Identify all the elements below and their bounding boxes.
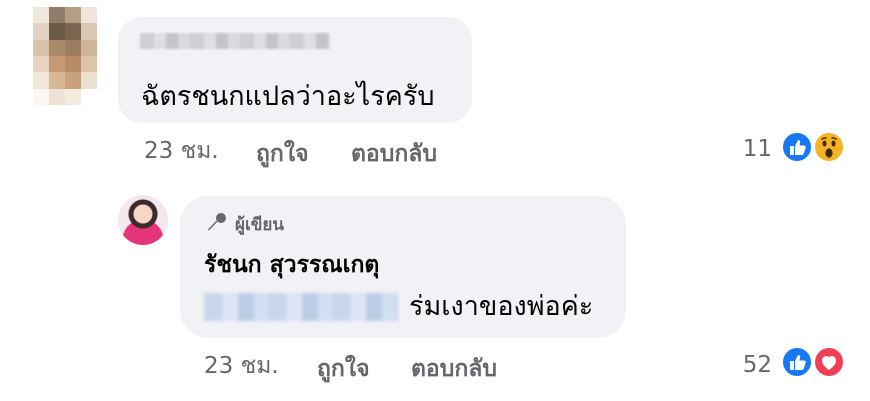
reply-author-name[interactable]: รัชนก สุวรรณเกตุ <box>204 250 379 280</box>
comment-text: ฉัตรชนกแปลว่าอะไรครับ <box>141 81 435 112</box>
like-icon[interactable] <box>781 131 813 163</box>
reply-timestamp[interactable]: 23 ชม. <box>204 352 279 380</box>
commenter-name-redacted[interactable] <box>140 33 330 49</box>
author-avatar[interactable] <box>118 195 168 245</box>
microphone-icon <box>205 210 229 238</box>
love-icon[interactable] <box>813 346 845 378</box>
author-badge: ผู้เขียน <box>205 211 284 237</box>
reply-reaction-count[interactable]: 52 <box>730 351 772 379</box>
reply-like-button[interactable]: ถูกใจ <box>317 355 370 383</box>
reply-text: ร่มเงาของพ่อค่ะ <box>409 291 594 322</box>
commenter-avatar[interactable] <box>33 7 97 105</box>
reply-reply-button[interactable]: ตอบกลับ <box>411 355 497 383</box>
comment-timestamp[interactable]: 23 ชม. <box>144 137 219 165</box>
reaction-count[interactable]: 11 <box>740 135 772 163</box>
mentioned-name-redacted[interactable] <box>204 293 398 321</box>
like-button[interactable]: ถูกใจ <box>256 140 309 168</box>
author-badge-label: ผู้เขียน <box>235 214 284 235</box>
like-icon[interactable] <box>781 346 813 378</box>
wow-icon[interactable] <box>813 131 845 163</box>
reply-button[interactable]: ตอบกลับ <box>351 140 437 168</box>
